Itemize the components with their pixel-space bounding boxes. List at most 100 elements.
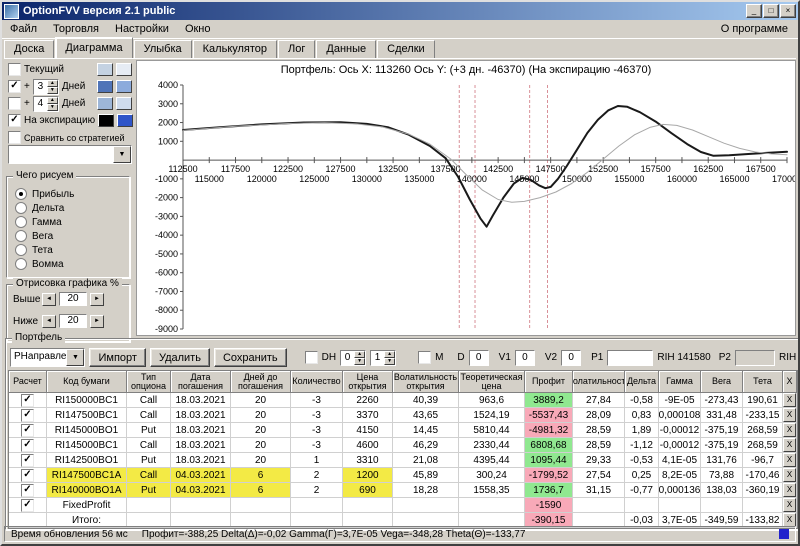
tab-item[interactable]: Лог — [278, 40, 316, 58]
tab-item[interactable]: Диаграмма — [55, 37, 133, 58]
close-button[interactable]: × — [780, 4, 796, 18]
arrow-left-icon[interactable]: ◄ — [42, 292, 56, 306]
arrow-left-icon[interactable]: ◄ — [42, 314, 56, 328]
delete-row-button[interactable]: X — [783, 513, 796, 527]
column-header[interactable]: Код бумаги — [47, 371, 127, 393]
column-header[interactable]: Профит — [525, 371, 573, 393]
color-swatch[interactable] — [117, 114, 134, 127]
delete-row-button[interactable]: X — [783, 483, 796, 497]
menu-item[interactable]: Торговля — [45, 21, 107, 37]
column-header[interactable]: Волатильность открытия — [393, 371, 459, 393]
spin-down-icon[interactable]: ▼ — [46, 103, 58, 111]
import-button[interactable]: Импорт — [89, 348, 146, 367]
above-value[interactable]: 20 — [59, 292, 87, 306]
row-checkbox[interactable]: ✓ — [21, 453, 34, 467]
spin-up-icon[interactable]: ▲ — [46, 79, 58, 87]
column-header[interactable]: Тета — [743, 371, 783, 393]
radio-option[interactable]: Гамма — [15, 215, 129, 229]
plus3-days-stepper[interactable]: 3 ▲ ▼ — [32, 78, 59, 95]
compare-checkbox[interactable] — [8, 131, 21, 144]
p1-field[interactable] — [607, 349, 654, 366]
radio-option[interactable]: Дельта — [15, 201, 129, 215]
plus4-checkbox[interactable] — [8, 97, 21, 110]
column-header[interactable]: Теоретическая цена — [459, 371, 525, 393]
tab-item[interactable]: Данные — [316, 40, 377, 58]
tab-item[interactable]: Сделки — [377, 40, 435, 58]
column-header[interactable]: Цена открытия — [343, 371, 393, 393]
delete-row-button[interactable]: X — [783, 408, 796, 422]
column-header[interactable]: Дней до погашения — [231, 371, 291, 393]
plus4-days-stepper[interactable]: 4 ▲ ▼ — [32, 95, 59, 112]
spin-down-icon[interactable]: ▼ — [46, 86, 58, 94]
expiry-checkbox[interactable]: ✓ — [8, 114, 21, 127]
arrow-right-icon[interactable]: ► — [90, 314, 104, 328]
row-checkbox[interactable]: ✓ — [21, 498, 34, 512]
delete-row-button[interactable]: X — [783, 498, 796, 512]
minimize-button[interactable]: _ — [746, 4, 762, 18]
radio-option[interactable]: Тета — [15, 243, 129, 257]
spin-up-icon[interactable]: ▲ — [354, 350, 366, 358]
dh-stepper-2[interactable]: 1 ▲ ▼ — [370, 349, 397, 366]
color-swatch[interactable] — [116, 63, 132, 76]
row-checkbox[interactable]: ✓ — [21, 438, 34, 452]
v2-field[interactable]: 0 — [561, 349, 582, 366]
tab-item[interactable]: Калькулятор — [192, 40, 278, 58]
spin-down-icon[interactable]: ▼ — [354, 357, 366, 365]
menu-item-about[interactable]: О программе — [711, 21, 798, 37]
delete-row-button[interactable]: X — [783, 438, 796, 452]
save-button[interactable]: Сохранить — [213, 348, 287, 367]
menu-item[interactable]: Файл — [2, 21, 45, 37]
spin-up-icon[interactable]: ▲ — [46, 96, 58, 104]
direction-combo[interactable]: РНаправле ▼ — [10, 348, 86, 367]
spin-down-icon[interactable]: ▼ — [384, 357, 396, 365]
column-header[interactable]: Расчет — [9, 371, 47, 393]
radio-icon[interactable] — [15, 188, 27, 200]
radio-icon[interactable] — [15, 230, 27, 242]
arrow-right-icon[interactable]: ► — [90, 292, 104, 306]
radio-option[interactable]: Вомма — [15, 257, 129, 271]
current-checkbox[interactable] — [8, 63, 21, 76]
plus3-checkbox[interactable]: ✓ — [8, 80, 21, 93]
delete-row-button[interactable]: X — [783, 468, 796, 482]
column-header[interactable]: Дельта — [625, 371, 659, 393]
spin-up-icon[interactable]: ▲ — [384, 350, 396, 358]
column-header[interactable]: Тип опциона — [127, 371, 171, 393]
m-checkbox[interactable] — [418, 351, 432, 364]
column-header[interactable]: X — [783, 371, 797, 393]
row-checkbox[interactable]: ✓ — [21, 423, 34, 437]
radio-icon[interactable] — [15, 258, 27, 270]
color-swatch[interactable] — [116, 80, 132, 93]
v1-field[interactable]: 0 — [514, 349, 535, 366]
d-field[interactable]: 0 — [468, 349, 489, 366]
color-swatch[interactable] — [116, 97, 132, 110]
column-header[interactable]: Количество — [291, 371, 343, 393]
strategy-combo[interactable]: ▼ — [8, 145, 132, 164]
radio-option[interactable]: Прибыль — [15, 187, 129, 201]
column-header[interactable]: Вега — [701, 371, 743, 393]
tab-item[interactable]: Доска — [4, 40, 55, 58]
menu-item[interactable]: Настройки — [107, 21, 177, 37]
delete-row-button[interactable]: X — [783, 423, 796, 437]
color-swatch[interactable] — [97, 63, 113, 76]
dh-checkbox[interactable] — [304, 351, 318, 364]
delete-row-button[interactable]: X — [783, 393, 796, 407]
delete-row-button[interactable]: X — [783, 453, 796, 467]
row-checkbox[interactable]: ✓ — [21, 468, 34, 482]
radio-icon[interactable] — [15, 216, 27, 228]
chevron-down-icon[interactable]: ▼ — [66, 349, 85, 366]
color-swatch[interactable] — [97, 80, 113, 93]
radio-icon[interactable] — [15, 244, 27, 256]
column-header[interactable]: Волатильность — [573, 371, 625, 393]
row-checkbox[interactable]: ✓ — [21, 408, 34, 422]
radio-icon[interactable] — [15, 202, 27, 214]
menu-item[interactable]: Окно — [177, 21, 219, 37]
below-value[interactable]: 20 — [59, 314, 87, 328]
chevron-down-icon[interactable]: ▼ — [113, 146, 131, 163]
tab-item[interactable]: Улыбка — [133, 40, 192, 58]
row-checkbox[interactable]: ✓ — [21, 393, 34, 407]
color-swatch[interactable] — [97, 97, 113, 110]
p2-field[interactable] — [734, 349, 775, 366]
radio-option[interactable]: Вега — [15, 229, 129, 243]
color-swatch[interactable] — [98, 114, 115, 127]
delete-button[interactable]: Удалить — [149, 348, 210, 367]
